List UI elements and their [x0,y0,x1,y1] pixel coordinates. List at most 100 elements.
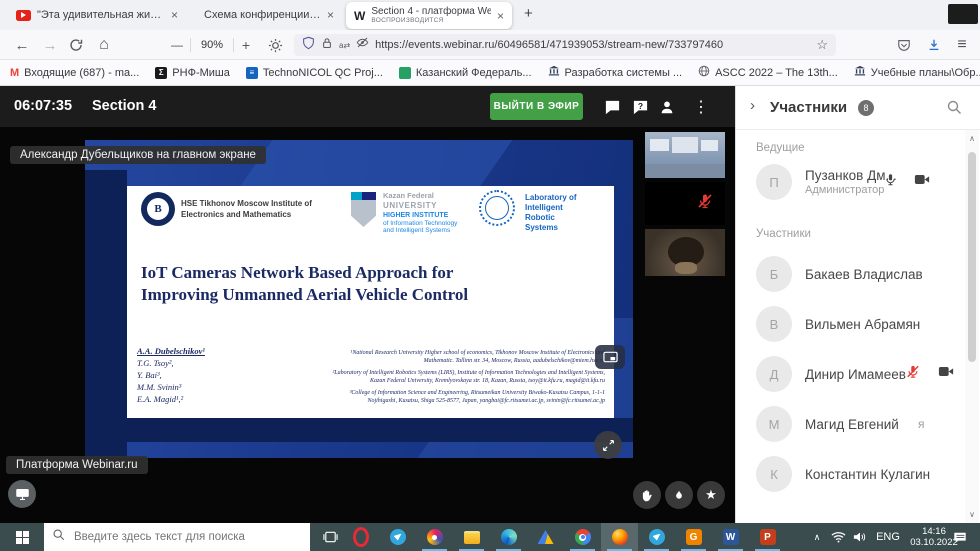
taskbar-chrome-icon[interactable] [564,523,601,551]
windows-taskbar: G W P ∧ ENG 14:16 03.10.2022 [0,523,980,551]
sigma-icon: Σ [155,67,167,79]
help-icon[interactable]: ? [630,97,650,117]
scroll-down-icon[interactable]: ∨ [965,510,979,519]
taskbar-search[interactable] [44,523,310,551]
hand-icon [640,488,654,502]
collapse-panel-icon[interactable]: › [750,97,755,114]
back-icon[interactable]: ← [12,30,32,60]
bookmark-technonicol[interactable]: ≡TechnoNICOL QC Proj... [246,67,383,79]
taskbar-telegram2-icon[interactable] [638,523,675,551]
video-thumbnail-muted[interactable] [645,182,725,225]
slide-affiliations: ¹National Research University Higher sch… [321,349,605,410]
scrollbar-thumb[interactable] [968,152,976,362]
bookmark-kfu[interactable]: Казанский Федераль... [399,67,532,79]
menu-icon[interactable]: ≡ [951,30,973,60]
kfu-affiliation: Kazan Federal UNIVERSITY HIGHER INSTITUT… [383,192,457,235]
volume-icon[interactable] [850,523,870,551]
new-tab-button[interactable]: + [524,5,533,22]
fullscreen-button[interactable] [594,431,622,459]
chat-icon[interactable] [602,97,622,117]
downloads-icon[interactable] [923,30,945,60]
bookmark-razrabotka[interactable]: Разработка системы ... [548,65,683,80]
window-controls[interactable] [948,4,978,24]
gear-icon[interactable] [264,30,286,60]
avatar: Д [756,356,792,392]
fire-reaction-button[interactable] [665,481,693,509]
raise-hand-button[interactable] [633,481,661,509]
tab-playing-badge: ВОСПРОИЗВОДИТСЯ [371,17,491,24]
search-input[interactable] [72,530,302,544]
taskbar-gom-icon[interactable]: G [675,523,712,551]
lirs-affiliation: Laboratory of Intelligent Robotic System… [525,193,577,233]
taskbar-edge-icon[interactable] [490,523,527,551]
language-indicator[interactable]: ENG [872,523,904,551]
translate-icon[interactable]: a⇄ [339,41,350,50]
kebab-menu-icon[interactable]: ⋮ [691,97,711,117]
participant-name: Константин Кулагин [805,467,930,482]
reload-icon[interactable] [66,30,86,60]
start-button[interactable] [0,523,44,551]
participant-row[interactable]: Б Бакаев Владислав [736,254,980,294]
pocket-icon[interactable] [893,30,915,60]
participant-row[interactable]: В Вильмен Абрамян [736,304,980,344]
zoom-level[interactable]: 90% [194,30,230,60]
exit-live-button[interactable]: ВЫЙТИ В ЭФИР [490,93,583,120]
tab-youtube[interactable]: "Эта удивительная жизнь" - Po × [8,3,186,27]
camera-on-icon[interactable] [914,173,930,191]
tab-close-icon[interactable]: × [497,9,504,23]
search-icon[interactable] [946,99,962,120]
video-thumbnail-person[interactable] [645,229,725,276]
taskbar-opera-icon[interactable] [342,523,379,551]
participant-row[interactable]: М Магид Евгений я [736,404,980,444]
url-text[interactable]: https://events.webinar.ru/60496581/47193… [375,39,810,51]
shield-icon[interactable] [302,36,315,55]
bookmark-plans[interactable]: Учебные планы\Обр... [854,65,980,80]
mic-muted-icon[interactable] [906,364,920,384]
video-thumbnail-lab[interactable] [645,132,725,178]
svg-text:?: ? [637,100,642,110]
star-reaction-button[interactable]: ★ [697,481,725,509]
mic-on-icon[interactable] [884,172,897,192]
lock-icon[interactable] [321,36,333,55]
session-title[interactable]: Section 4 [92,98,156,114]
notification-center-icon[interactable] [948,523,972,551]
participants-icon[interactable] [657,97,677,117]
picture-in-picture-icon[interactable] [595,345,625,369]
taskbar-powerpoint-icon[interactable]: P [749,523,786,551]
taskbar-explorer-icon[interactable] [453,523,490,551]
wifi-icon[interactable] [828,523,848,551]
taskbar-firefox-icon[interactable] [601,523,638,551]
zoom-in-button[interactable]: + [237,30,255,60]
scroll-up-icon[interactable]: ∧ [965,134,979,143]
forward-icon[interactable]: → [40,30,60,60]
participant-row[interactable]: К Константин Кулагин [736,454,980,494]
taskbar-paint-icon[interactable] [416,523,453,551]
bookmark-ascc[interactable]: ASCC 2022 – The 13th... [698,65,838,80]
tab-close-icon[interactable]: × [327,8,334,22]
participants-header: › Участники 8 [736,86,980,130]
tray-expand-icon[interactable]: ∧ [808,523,826,551]
camera-on-icon[interactable] [938,365,954,383]
taskbar-telegram-icon[interactable] [379,523,416,551]
camera-blocked-icon[interactable] [356,36,369,54]
participant-row[interactable]: Д Динир Имамеев [736,354,980,394]
hse-logo-icon: В [141,192,175,226]
taskbar-word-icon[interactable]: W [712,523,749,551]
participant-role: Администратор [805,184,897,196]
participant-name: Динир Имамеев [805,367,906,382]
scrollbar[interactable]: ∧ ∨ [965,130,979,523]
tab-webinar-active[interactable]: W Section 4 - платформа Webinar ВОСПРОИЗ… [346,2,512,29]
tab-close-icon[interactable]: × [171,8,178,22]
bookmark-rnf[interactable]: ΣРНФ-Миша [155,67,230,79]
home-icon[interactable]: ⌂ [94,30,114,60]
bookmark-star-icon[interactable]: ☆ [816,37,828,53]
host-row[interactable]: П Пузанков Дм... Администратор [736,160,980,204]
tab-scheme[interactable]: Схема конфиренции и онлайн × [196,3,342,27]
flame-icon [673,489,685,502]
address-bar[interactable]: a⇄ https://events.webinar.ru/60496581/47… [294,34,836,56]
participants-section-label: Участники [756,228,811,240]
taskbar-drive-icon[interactable] [527,523,564,551]
screen-share-button[interactable] [8,480,36,508]
bookmark-gmail[interactable]: MВходящие (687) - ma... [10,67,139,79]
zoom-out-button[interactable]: — [168,30,186,60]
